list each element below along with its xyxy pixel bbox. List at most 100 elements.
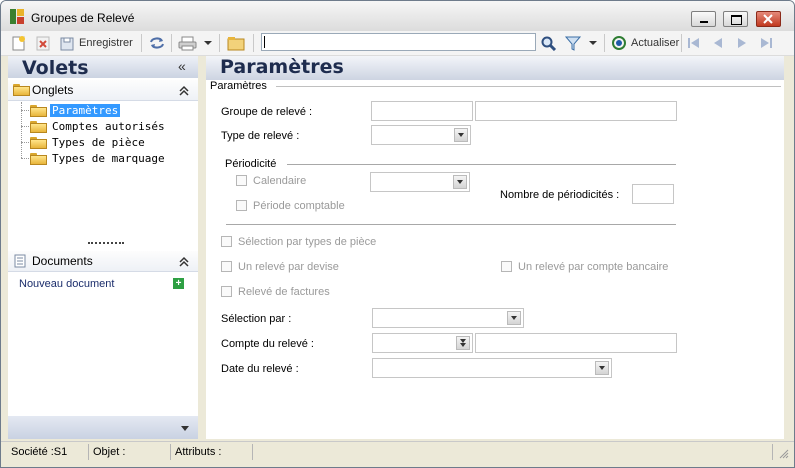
chevron-down-icon bbox=[595, 361, 609, 375]
printer-icon bbox=[178, 36, 197, 51]
delete-icon bbox=[36, 36, 50, 51]
groupe-releve-name-input[interactable] bbox=[475, 101, 677, 121]
tree-item-parametres[interactable]: Paramètres bbox=[30, 103, 121, 118]
search-button[interactable] bbox=[540, 34, 558, 52]
first-record-button[interactable] bbox=[686, 34, 702, 52]
date-releve-label: Date du relevé : bbox=[221, 363, 299, 375]
calendaire-checkbox[interactable] bbox=[236, 175, 247, 186]
print-dropdown[interactable] bbox=[203, 34, 213, 52]
collapse-panel-button[interactable]: « bbox=[178, 58, 186, 74]
nb-periodicites-label: Nombre de périodicités : bbox=[500, 189, 620, 201]
filter-dropdown[interactable] bbox=[588, 34, 598, 52]
next-icon bbox=[738, 38, 746, 48]
search-input[interactable] bbox=[261, 33, 536, 51]
save-button[interactable]: Enregistrer bbox=[59, 34, 133, 52]
filter-icon bbox=[564, 36, 582, 51]
date-releve-select[interactable] bbox=[372, 358, 612, 378]
chevron-down-icon bbox=[589, 41, 597, 45]
releve-par-devise-checkbox[interactable] bbox=[221, 261, 232, 272]
releve-par-compte-label: Un relevé par compte bancaire bbox=[518, 261, 669, 273]
new-button[interactable] bbox=[11, 34, 27, 52]
compte-releve-code-input[interactable] bbox=[372, 333, 473, 353]
panels-title: Volets bbox=[22, 57, 89, 79]
collapse-up-icon[interactable] bbox=[178, 256, 190, 268]
resize-grip-icon[interactable] bbox=[777, 447, 789, 459]
main-header: Paramètres bbox=[206, 56, 784, 80]
panels-header: Volets « bbox=[8, 56, 198, 79]
collapse-up-icon[interactable] bbox=[178, 85, 190, 97]
status-objet: Objet : bbox=[89, 444, 171, 460]
filter-button[interactable] bbox=[564, 34, 582, 52]
chevron-down-icon bbox=[507, 311, 521, 325]
selection-types-piece-checkbox[interactable] bbox=[221, 236, 232, 247]
tree-item-comptes-autorises[interactable]: Comptes autorisés bbox=[30, 119, 167, 134]
compte-releve-name-input[interactable] bbox=[475, 333, 677, 353]
window-title: Groupes de Relevé bbox=[31, 11, 135, 25]
nb-periodicites-input[interactable] bbox=[632, 184, 674, 204]
releve-factures-checkbox[interactable] bbox=[221, 286, 232, 297]
status-empty bbox=[253, 444, 773, 460]
previous-icon bbox=[714, 38, 722, 48]
panel-splitter[interactable] bbox=[88, 242, 124, 246]
first-icon bbox=[688, 38, 699, 48]
panel-footer bbox=[8, 416, 198, 439]
status-bar: Société :S1 Objet : Attributs : bbox=[1, 441, 794, 462]
save-label: Enregistrer bbox=[79, 37, 133, 49]
sync-icon bbox=[150, 37, 164, 49]
main-window: Groupes de Relevé Enregistrer Actualiser… bbox=[0, 0, 795, 468]
add-icon[interactable]: + bbox=[173, 278, 184, 289]
releve-factures-label: Relevé de factures bbox=[238, 286, 330, 298]
chevron-down-icon[interactable] bbox=[180, 425, 190, 433]
periodicite-label: Périodicité bbox=[225, 158, 277, 170]
previous-record-button[interactable] bbox=[710, 34, 726, 52]
chevron-down-icon bbox=[454, 128, 468, 142]
open-folder-button[interactable] bbox=[227, 34, 245, 52]
app-icon bbox=[10, 9, 24, 24]
document-icon bbox=[14, 254, 26, 268]
last-icon bbox=[761, 38, 772, 48]
restore-button[interactable] bbox=[723, 11, 748, 27]
new-document-link[interactable]: Nouveau document bbox=[19, 278, 114, 290]
calendaire-select[interactable] bbox=[370, 172, 470, 192]
type-releve-label: Type de relevé : bbox=[221, 130, 300, 142]
refresh-button[interactable]: Actualiser bbox=[611, 34, 679, 52]
minimize-button[interactable] bbox=[691, 11, 716, 27]
next-record-button[interactable] bbox=[734, 34, 750, 52]
title-bar: Groupes de Relevé bbox=[1, 1, 794, 31]
delete-button[interactable] bbox=[35, 34, 51, 52]
type-releve-select[interactable] bbox=[371, 125, 471, 145]
group-label: Paramètres bbox=[210, 80, 267, 92]
sync-button[interactable] bbox=[148, 34, 166, 52]
print-button[interactable] bbox=[178, 34, 198, 52]
tree-item-types-piece[interactable]: Types de pièce bbox=[30, 135, 147, 150]
last-record-button[interactable] bbox=[758, 34, 774, 52]
selection-par-label: Sélection par : bbox=[221, 313, 292, 325]
section-tabs-label: Onglets bbox=[32, 83, 74, 97]
groupe-releve-code-input[interactable] bbox=[371, 101, 473, 121]
toolbar: Enregistrer Actualiser bbox=[1, 31, 794, 56]
form-area: Paramètres Groupe de relevé : Type de re… bbox=[206, 80, 784, 439]
chevron-down-icon bbox=[204, 41, 212, 45]
folder-icon bbox=[30, 136, 47, 149]
chevron-down-icon bbox=[453, 175, 467, 189]
close-button[interactable] bbox=[756, 11, 781, 27]
refresh-label: Actualiser bbox=[631, 37, 680, 49]
calendaire-label: Calendaire bbox=[253, 175, 307, 187]
tree-item-types-marquage[interactable]: Types de marquage bbox=[30, 151, 167, 166]
selection-par-select[interactable] bbox=[372, 308, 524, 328]
search-icon bbox=[541, 36, 557, 51]
folder-icon bbox=[227, 37, 245, 51]
releve-par-compte-checkbox[interactable] bbox=[501, 261, 512, 272]
page-title: Paramètres bbox=[220, 56, 344, 78]
section-tabs-header[interactable]: Onglets bbox=[8, 80, 198, 101]
save-icon bbox=[60, 37, 74, 51]
periode-comptable-checkbox[interactable] bbox=[236, 200, 247, 211]
status-attributs: Attributs : bbox=[171, 444, 253, 460]
double-chevron-down-icon bbox=[456, 336, 470, 350]
section-documents-label: Documents bbox=[32, 254, 93, 268]
folder-open-icon bbox=[30, 104, 47, 117]
folder-icon bbox=[30, 152, 47, 165]
selection-types-piece-label: Sélection par types de pièce bbox=[238, 236, 377, 248]
section-documents-header[interactable]: Documents bbox=[8, 251, 198, 272]
folder-icon bbox=[30, 120, 47, 133]
